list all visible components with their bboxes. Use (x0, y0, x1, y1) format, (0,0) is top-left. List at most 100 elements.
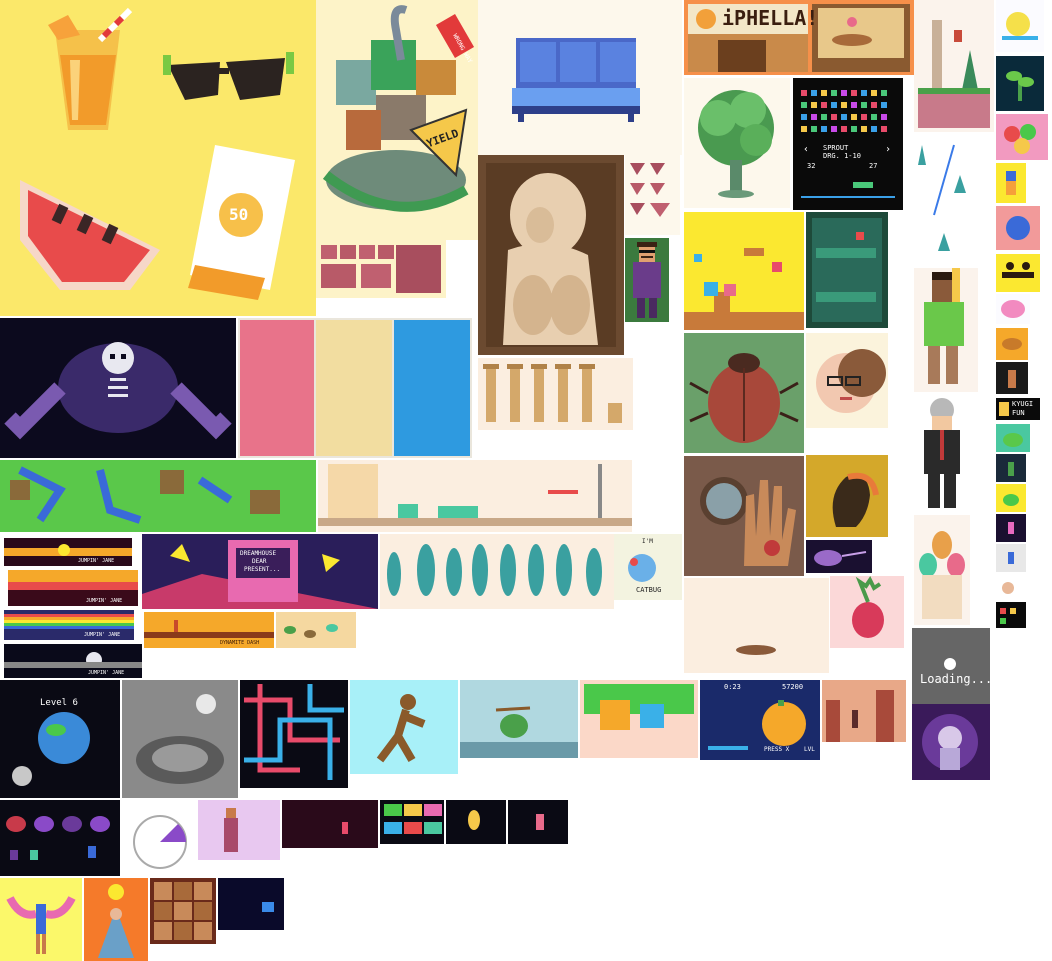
grayscale-scene-art (136, 694, 224, 784)
sprout-prev-icon[interactable]: ‹ (803, 144, 809, 155)
bottle-sprite-art (1008, 462, 1014, 476)
macaron-sprite-tile (996, 294, 1030, 324)
sprout-next-icon[interactable]: › (885, 144, 891, 155)
river-tilemap-tile (0, 460, 316, 532)
lady-sprite-tile (198, 800, 280, 860)
pumpkin-game-time: 0:23 (724, 683, 741, 691)
purple-astronaut-art (922, 714, 978, 770)
river-tilemap-art (10, 466, 280, 524)
fruit-sprite-art (1004, 124, 1036, 154)
ski-trees-tile (914, 135, 978, 265)
pipes-puzzle-art (244, 684, 344, 780)
jumpin-jane-banner-2: JUMPIN' JANE (8, 570, 138, 606)
statue-art (486, 163, 616, 347)
plant-sprite-art (1006, 71, 1034, 101)
junk-pile-tile: YIELD WRONG WAY (316, 0, 478, 240)
enemy-sprites-art (6, 816, 110, 860)
sprout-game-tile: SPROUT DRG. 1-10 ‹ › 32 27 (793, 78, 903, 210)
chocolates-art (154, 882, 212, 940)
mustache-man-art (633, 242, 661, 318)
grass-platform-tile (580, 680, 698, 758)
jumpin-jane-caption-2: JUMPIN' JANE (86, 598, 123, 604)
dynamite-dash-caption: DYNAMITE DASH (220, 640, 260, 646)
blue-kid-sprite-art (1008, 552, 1014, 564)
glasses-woman-art (816, 349, 886, 413)
warrior-sprite-tile (996, 362, 1028, 394)
blueberry-sprite-tile (996, 206, 1040, 250)
street-scene-art (318, 464, 632, 526)
winged-hero-tile (0, 878, 82, 961)
mirror-tile (446, 800, 506, 844)
loading-label: Loading... (920, 672, 990, 686)
columns-art (483, 364, 622, 423)
jumpin-jane-caption-4: JUMPIN' JANE (88, 670, 125, 676)
pink-sprite-tile (996, 514, 1026, 542)
summer-items-art (20, 7, 295, 300)
green-suit-man-art (924, 268, 964, 384)
grass-platform-art (584, 684, 694, 730)
suit-man-art (924, 398, 960, 508)
skeleton-art (4, 342, 232, 440)
statue-sprite-art (536, 814, 544, 830)
columns-tile (478, 358, 633, 430)
statue-sprite-tile (508, 800, 568, 844)
veggie-sprites-tile (276, 612, 356, 648)
chocolates-tile (150, 878, 216, 944)
warrior-sprite-art (1008, 370, 1016, 388)
silhouette-tile (806, 455, 888, 537)
ruins-platform-tile (914, 0, 994, 132)
blue-ship-art (262, 902, 274, 912)
red-figure-tile (282, 800, 378, 848)
dreamhouse-line3: PRESENT... (244, 566, 281, 573)
swatch-pink (240, 320, 314, 456)
swatch-blue (394, 320, 470, 456)
level-screen-tile: Level 6 (0, 680, 120, 798)
beetle-art (689, 353, 799, 443)
purple-astronaut-tile (912, 704, 990, 780)
dreamhouse-tile: DREAMHOUSE DEAR PRESENT... (142, 534, 378, 609)
duck-sprite-art (1002, 12, 1038, 40)
glasses-woman-tile (806, 333, 888, 428)
level-label: Level 6 (40, 698, 78, 708)
hand-art (700, 477, 796, 566)
street-scene-tile (318, 460, 632, 532)
pumpkin-game-prompt: PRESS X (764, 746, 790, 753)
blue-ship-tile (218, 878, 284, 930)
jumpin-jane-banner-3: JUMPIN' JANE (4, 610, 134, 640)
silhouette-art (832, 472, 879, 527)
ruined-city-tile (822, 680, 906, 742)
runner-art (376, 694, 426, 763)
color-swatches-tile (238, 318, 472, 458)
platformer-yellow-tile (684, 212, 804, 330)
pine-trees-art (387, 544, 602, 596)
kid-sprite-tile (996, 163, 1026, 203)
brick-tiles-tile (316, 240, 446, 298)
lady-sprite-art (224, 808, 238, 852)
green-suit-man-tile (914, 268, 978, 392)
radish-tile (830, 576, 904, 648)
summer-items-tile: 50 (0, 0, 316, 316)
icons-sprite-tile (996, 602, 1026, 628)
pipes-puzzle-tile (240, 680, 348, 788)
pine-trees-tile (380, 534, 614, 609)
burger-sprite-tile (996, 328, 1028, 360)
swatch-cream (316, 320, 392, 456)
radish-art (852, 576, 884, 638)
phella-sign-label: iPHELLA! (722, 6, 819, 30)
balloon-girl-art (98, 884, 134, 958)
veggie-sprites-art (284, 624, 338, 638)
sprout-score-left: 32 (807, 162, 816, 170)
jumpin-jane-banner-4: JUMPIN' JANE (4, 644, 142, 678)
sprout-score-right: 27 (869, 162, 878, 170)
burger-sprite-art (1002, 338, 1022, 350)
frog-sprite-art (1003, 433, 1023, 447)
runner-tile (350, 680, 458, 774)
tree-tile (684, 78, 790, 208)
platformer-teal-tile (806, 212, 888, 328)
purple-creature-art (814, 550, 867, 566)
sofa-art (512, 38, 640, 122)
brick-tiles-art (321, 245, 441, 293)
mustache-sprite-tile (996, 254, 1040, 292)
mustache-man-tile (625, 238, 669, 322)
ruined-city-art (826, 690, 894, 742)
